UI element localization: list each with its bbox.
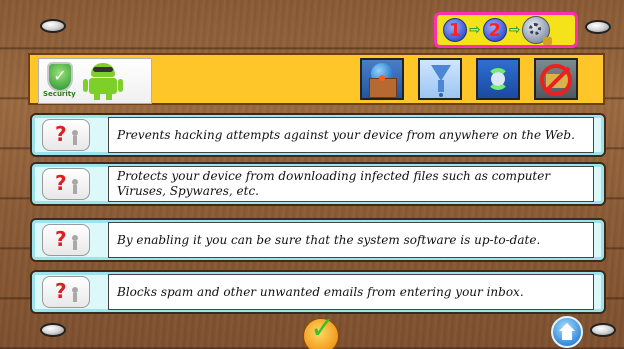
header-bar: ✓ Security [28,53,605,105]
app-logo: ✓ Security [38,58,152,104]
feature-description: By enabling it you can be sure that the … [108,222,594,258]
confirm-button[interactable]: ✓ [303,311,339,349]
system-update-icon[interactable] [476,58,520,100]
feature-icon-bar [360,58,578,102]
logo-label: Security [43,90,76,98]
arrow-right-icon: ⇨ [508,22,521,38]
question-mark-icon: ? [55,171,67,195]
checkmark-icon: ✓ [310,311,336,346]
screw-decoration [590,323,616,337]
feature-row: ? Blocks spam and other unwanted emails … [30,270,606,314]
question-mark-icon: ? [55,227,67,251]
help-button[interactable]: ? [42,168,90,200]
home-button[interactable] [551,316,583,348]
person-icon [71,179,79,195]
step-number: 2 [482,18,507,42]
person-icon [71,235,79,251]
shield-check-icon: ✓ [47,62,73,92]
web-protection-icon[interactable] [360,58,404,100]
feature-description: Protects your device from downloading in… [108,166,594,202]
feature-row: ? Prevents hacking attempts against your… [30,113,606,157]
screw-decoration [40,19,66,33]
question-mark-icon: ? [55,122,67,146]
settings-lock-icon [522,16,553,45]
app-screen: 1 ⇨ 2 ⇨ ✓ Security ? Prevents hacking at… [0,0,624,349]
feature-row: ? Protects your device from downloading … [30,162,606,206]
download-filter-icon[interactable] [418,58,462,100]
feature-row: ? By enabling it you can be sure that th… [30,218,606,262]
step-indicator: 1 ⇨ 2 ⇨ [434,12,578,48]
question-mark-icon: ? [55,279,67,303]
feature-description: Blocks spam and other unwanted emails fr… [108,274,594,310]
help-button[interactable]: ? [42,224,90,256]
spam-block-icon[interactable] [534,58,578,100]
screw-decoration [40,323,66,337]
help-button[interactable]: ? [42,276,90,308]
help-button[interactable]: ? [42,119,90,151]
person-icon [71,287,79,303]
person-icon [71,130,79,146]
home-icon [559,323,575,331]
feature-description: Prevents hacking attempts against your d… [108,117,594,153]
arrow-right-icon: ⇨ [469,22,481,38]
step-number: 1 [443,18,467,42]
android-robot-icon [83,61,123,101]
screw-decoration [585,20,611,34]
